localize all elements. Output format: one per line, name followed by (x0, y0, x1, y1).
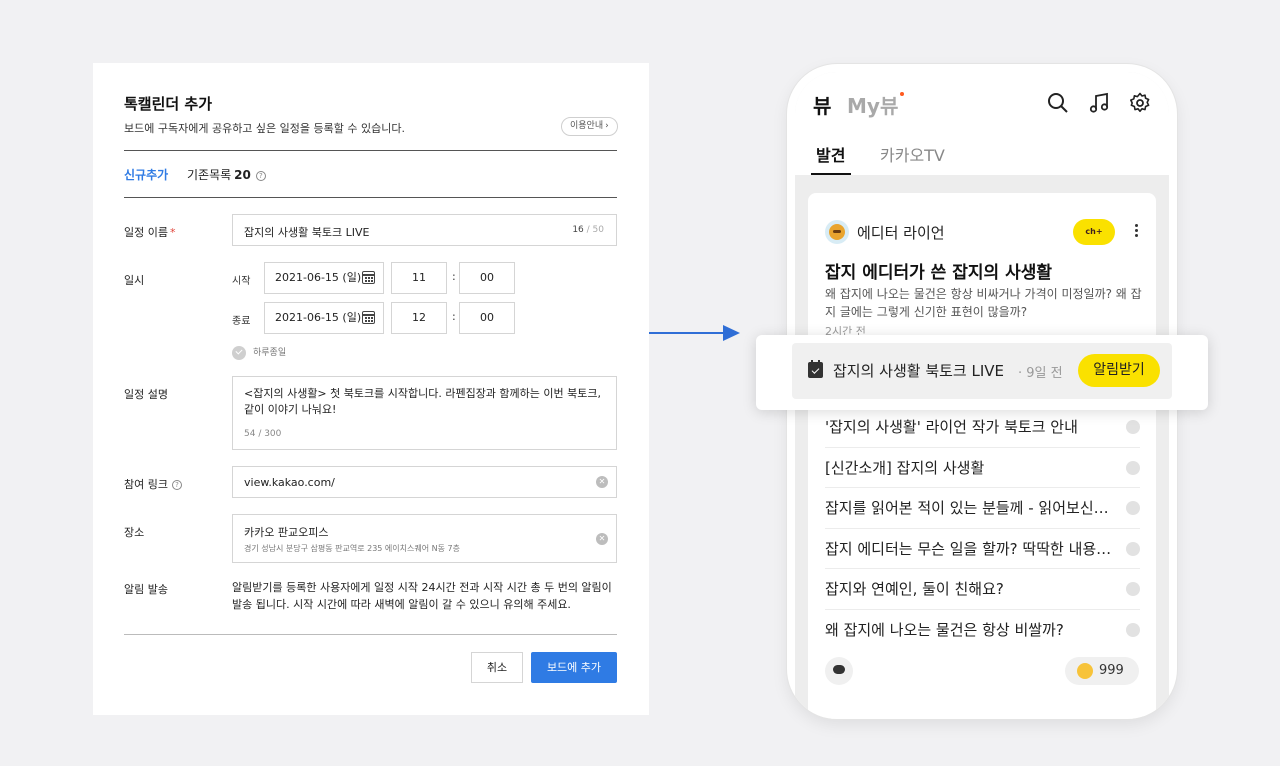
end-hour-input[interactable]: 12 (391, 302, 447, 334)
modal-subtitle: 보드에 구독자에게 공유하고 싶은 일정을 등록할 수 있습니다. (124, 122, 405, 135)
start-minute-input[interactable]: 00 (459, 262, 515, 294)
tab-existing-label: 기존목록 (187, 168, 232, 182)
guide-button-label: 이용안내 (570, 121, 604, 131)
board-card: 에디터 라이언 ch+ 잡지 에디터가 쓴 잡지의 사생활 왜 잡지에 나오는 … (808, 193, 1156, 719)
list-item[interactable]: 왜 잡지에 나오는 물건은 항상 비쌀까? (825, 610, 1140, 651)
description-label: 일정 설명 (124, 388, 168, 401)
list-item[interactable]: '잡지의 사생활' 라이언 작가 북토크 안내 (825, 407, 1140, 448)
check-icon (232, 345, 246, 360)
time-colon: : (452, 270, 456, 283)
my-view-tab[interactable]: My뷰 (847, 90, 905, 119)
calendar-notification-popup: 잡지의 사생활 북토크 LIVE · 9일 전 알림받기 (756, 335, 1208, 410)
like-count: 999 (1099, 663, 1124, 678)
music-icon[interactable] (1088, 92, 1110, 114)
end-date-input[interactable]: 2021-06-15 (일) (264, 302, 384, 334)
card-description: 왜 잡지에 나오는 물건은 항상 비싸거나 가격이 미정일까? 왜 잡지 글에는… (825, 287, 1142, 319)
description-counter: 54 / 300 (244, 429, 282, 439)
add-channel-button[interactable]: ch+ (1073, 219, 1115, 245)
event-title: 잡지의 사생활 북토크 LIVE (833, 362, 1005, 380)
list-item[interactable]: 잡지와 연예인, 둘이 친해요? (825, 569, 1140, 610)
place-address: 경기 성남시 분당구 삼평동 판교역로 235 에이치스퀘어 N동 7층 (244, 544, 460, 553)
calendar-event-row[interactable]: 잡지의 사생활 북토크 LIVE · 9일 전 알림받기 (792, 343, 1172, 399)
help-icon[interactable]: ? (255, 171, 266, 181)
guide-button[interactable]: 이용안내 › (561, 117, 618, 136)
comment-icon (1126, 582, 1140, 596)
search-icon[interactable] (1047, 92, 1069, 114)
divider (124, 197, 617, 198)
arrow-head (723, 325, 740, 341)
link-value: view.kakao.com/ (244, 476, 335, 489)
divider (124, 634, 617, 635)
notice-text: 알림받기를 등록한 사용자에게 일정 시작 24시간 전과 시작 시간 총 두 … (232, 581, 612, 611)
start-hour-input[interactable]: 11 (391, 262, 447, 294)
video-icon (1126, 541, 1140, 556)
time-colon: : (452, 310, 456, 323)
link-input[interactable]: view.kakao.com/ ✕ (232, 466, 617, 498)
article-list: '잡지의 사생활' 라이언 작가 북토크 안내 [신간소개] 잡지의 사생활 잡… (825, 407, 1140, 650)
channel-name[interactable]: 에디터 라이언 (857, 222, 945, 243)
end-minute-input[interactable]: 00 (459, 302, 515, 334)
like-button[interactable]: 999 (1065, 657, 1139, 685)
more-icon[interactable] (1135, 224, 1138, 227)
place-value: 카카오 판교오피스 (244, 526, 329, 539)
schedule-name-input[interactable]: 잡지의 사생활 북토크 LIVE 16 / 50 (232, 214, 617, 246)
help-icon: ? (171, 480, 182, 490)
pen-icon (1126, 460, 1140, 475)
active-tab-indicator (811, 173, 851, 175)
tab-new[interactable]: 신규추가 (124, 166, 168, 183)
comment-icon (1126, 622, 1140, 637)
calendar-add-modal: 톡캘린더 추가 보드에 구독자에게 공유하고 싶은 일정을 등록할 수 있습니다… (93, 63, 649, 715)
emoji-icon (1077, 663, 1093, 679)
start-label: 시작 (232, 276, 251, 287)
card-title[interactable]: 잡지 에디터가 쓴 잡지의 사생활 (825, 258, 1052, 283)
start-date-value: 2021-06-15 (일) (275, 271, 362, 284)
clear-icon[interactable]: ✕ (596, 476, 608, 488)
calendar-icon[interactable] (362, 311, 375, 324)
place-input[interactable]: 카카오 판교오피스 경기 성남시 분당구 삼평동 판교역로 235 에이치스퀘어… (232, 514, 617, 563)
modal-title: 톡캘린더 추가 (124, 95, 213, 113)
cancel-button[interactable]: 취소 (471, 652, 523, 683)
notice-label: 알림 발송 (124, 583, 168, 596)
calendar-icon (808, 360, 823, 378)
app-header: 뷰 My뷰 발견 카카오TV (795, 72, 1169, 175)
allday-checkbox[interactable]: 하루종일 (232, 345, 286, 360)
start-date-input[interactable]: 2021-06-15 (일) (264, 262, 384, 294)
schedule-name-value: 잡지의 사생활 북토크 LIVE (244, 226, 370, 239)
list-item[interactable]: 잡지를 읽어본 적이 있는 분들께 - 읽어보신… (825, 488, 1140, 529)
list-item[interactable]: 잡지 에디터는 무슨 일을 할까? 딱딱한 내용… (825, 529, 1140, 569)
gear-icon[interactable] (1129, 92, 1151, 114)
calendar-icon[interactable] (362, 271, 375, 284)
description-value: <잡지의 사생활> 첫 북토크를 시작합니다. 라펜집장과 함께하는 이번 북토… (244, 387, 601, 416)
datetime-label: 일시 (124, 274, 145, 287)
comment-icon (1126, 420, 1140, 434)
end-label: 종료 (232, 316, 251, 327)
add-to-board-button[interactable]: 보드에 추가 (531, 652, 617, 683)
clear-icon[interactable]: ✕ (596, 533, 608, 545)
new-dot (900, 92, 905, 96)
allday-label: 하루종일 (253, 348, 287, 358)
comment-button[interactable] (825, 657, 853, 685)
brand-tab[interactable]: 뷰 (813, 90, 831, 119)
list-item[interactable]: [신간소개] 잡지의 사생활 (825, 448, 1140, 488)
tab-existing[interactable]: 기존목록 20? (187, 166, 266, 183)
divider (124, 150, 617, 151)
event-time: · 9일 전 (1018, 366, 1063, 381)
chevron-right-icon: › (605, 121, 609, 131)
tab-existing-count: 20 (234, 168, 251, 182)
subscribe-button[interactable]: 알림받기 (1078, 354, 1160, 387)
link-icon (1126, 501, 1140, 515)
tab-kakaotv[interactable]: 카카오TV (880, 142, 945, 166)
link-label: 참여 링크? (124, 476, 182, 492)
tab-discover[interactable]: 발견 (816, 142, 845, 166)
end-date-value: 2021-06-15 (일) (275, 311, 362, 324)
arrow-connector (649, 332, 727, 334)
place-label: 장소 (124, 526, 145, 539)
name-counter: 16 / 50 (572, 225, 604, 235)
name-label: 일정 이름 * (124, 226, 176, 239)
channel-avatar[interactable] (825, 220, 849, 244)
description-textarea[interactable]: <잡지의 사생활> 첫 북토크를 시작합니다. 라펜집장과 함께하는 이번 북토… (232, 376, 617, 450)
